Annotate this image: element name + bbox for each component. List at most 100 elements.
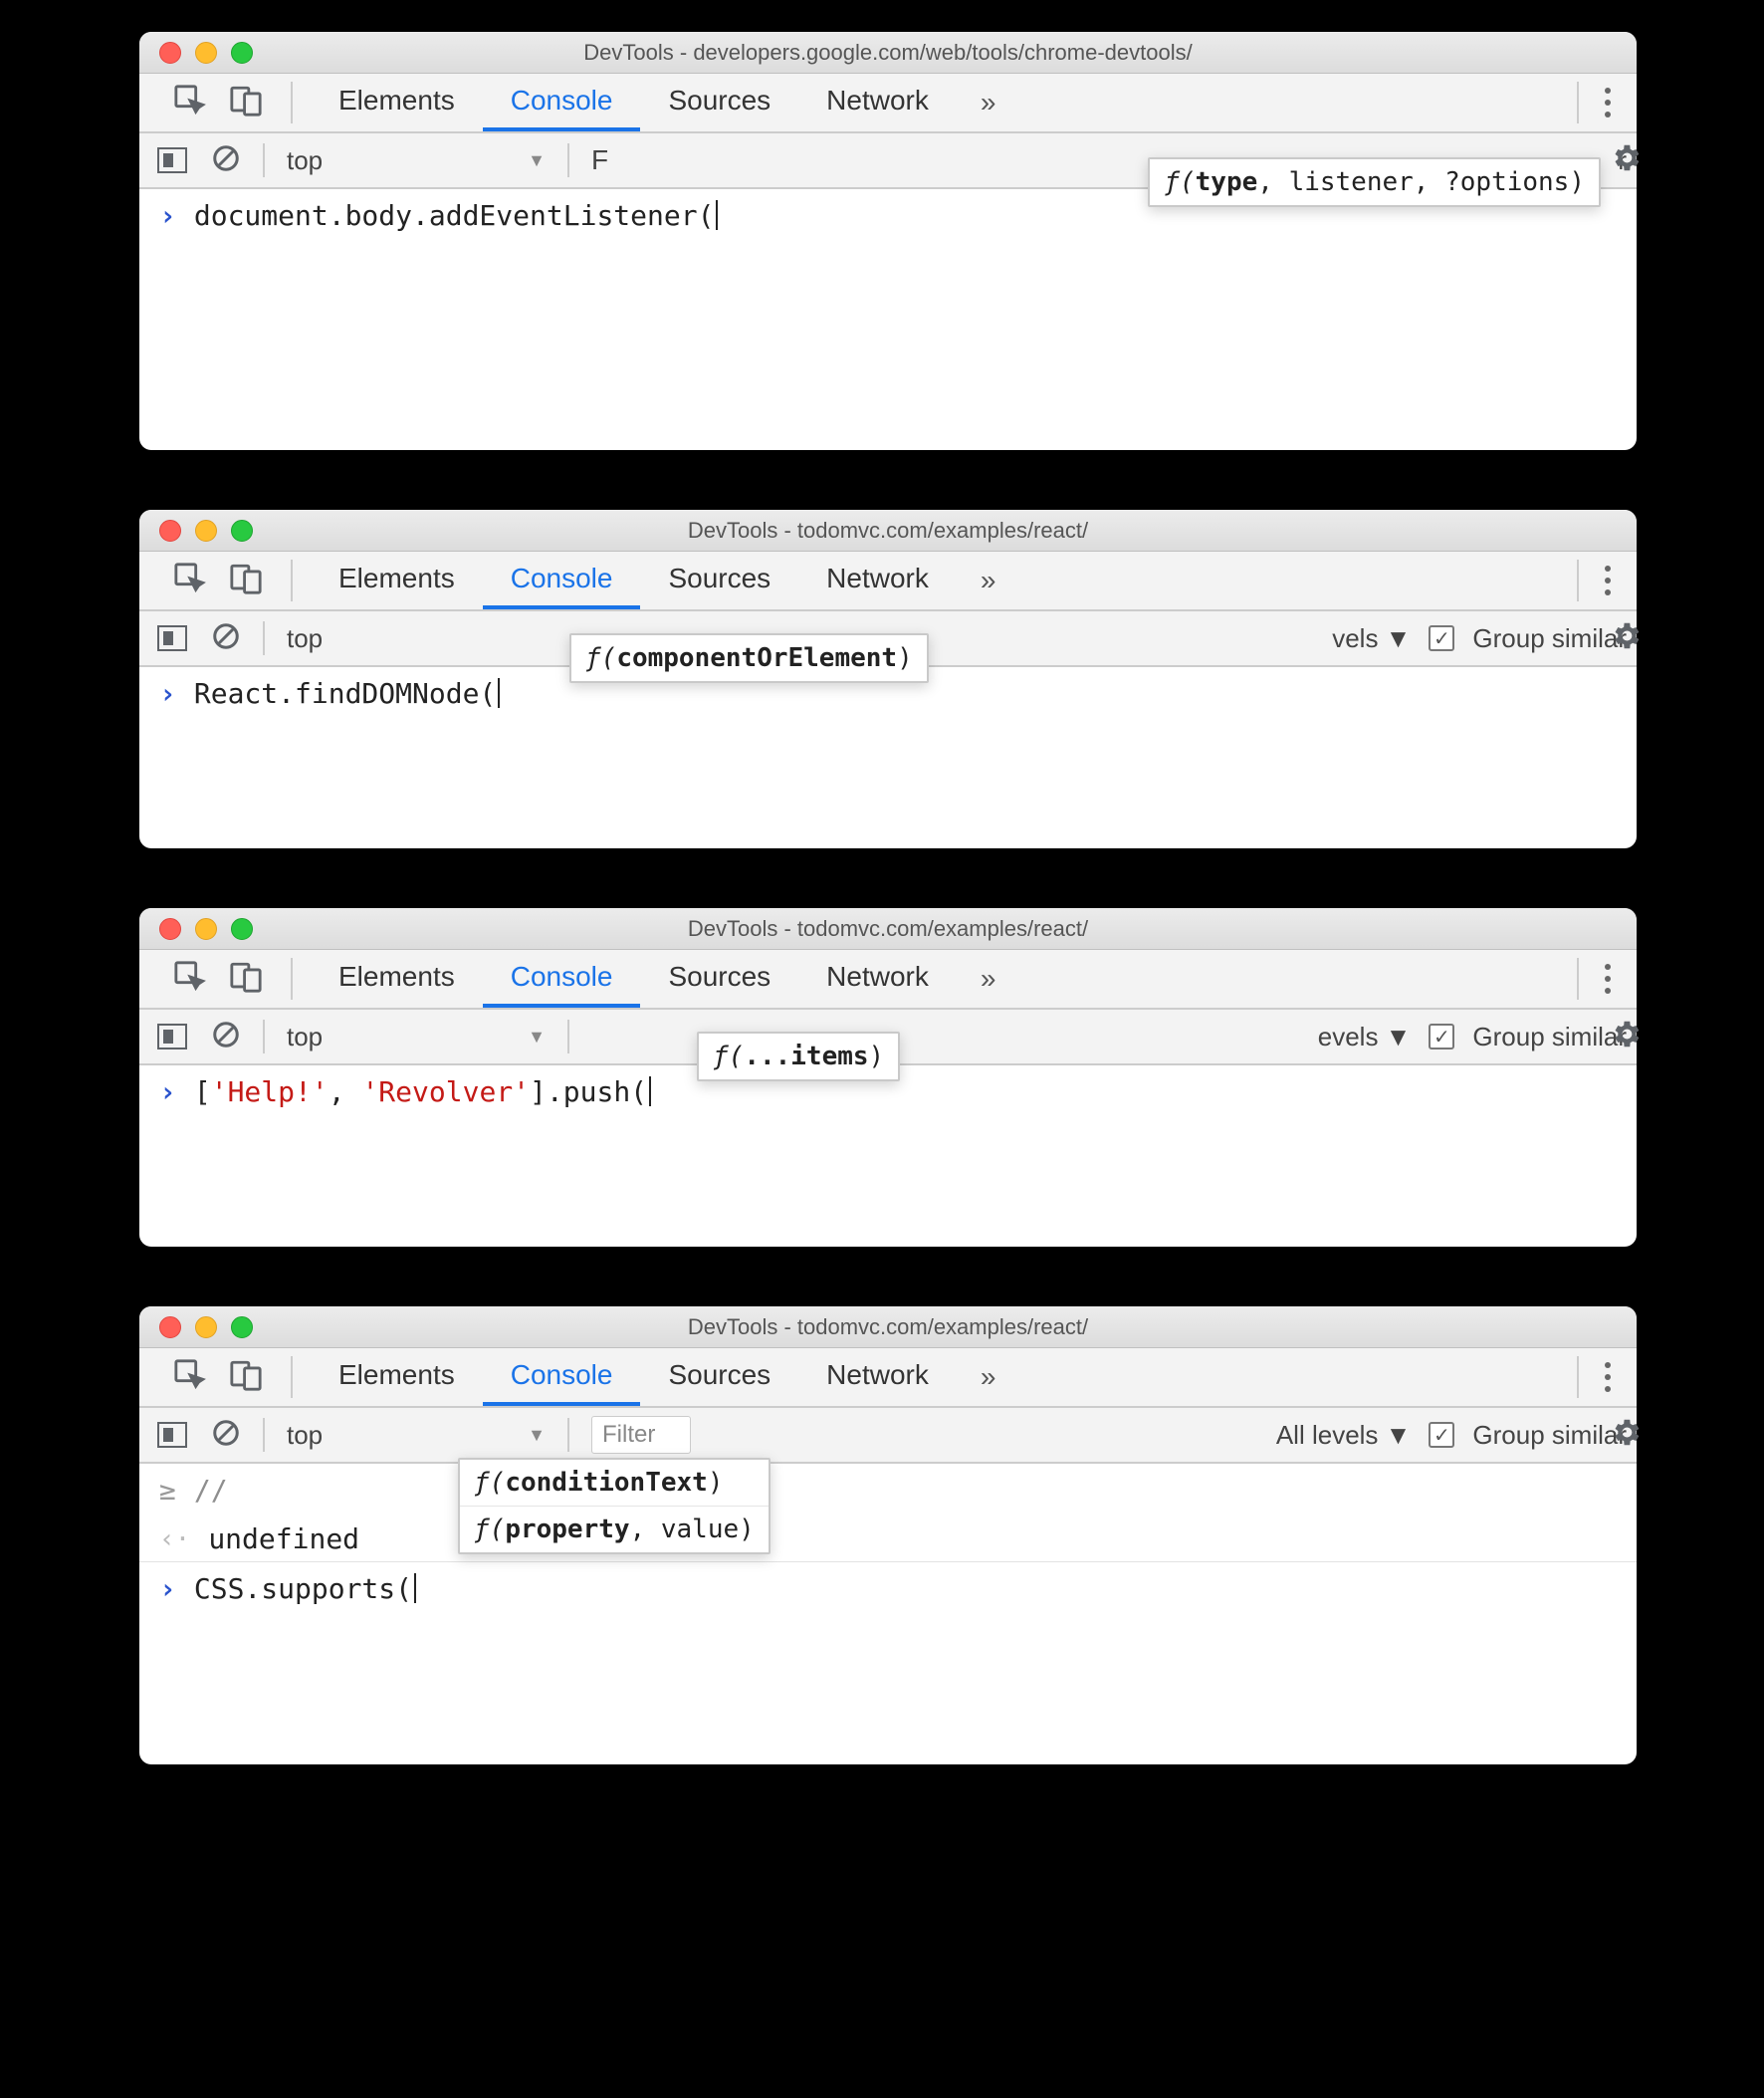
tab-network[interactable]: Network bbox=[798, 950, 957, 1008]
zoom-icon[interactable] bbox=[231, 520, 253, 542]
window-titlebar: DevTools - todomvc.com/examples/react/ bbox=[139, 908, 1637, 950]
tab-sources[interactable]: Sources bbox=[640, 74, 798, 131]
toggle-device-icon[interactable] bbox=[229, 1358, 263, 1397]
zoom-icon[interactable] bbox=[231, 1316, 253, 1338]
settings-gear-icon[interactable] bbox=[1609, 619, 1643, 658]
close-icon[interactable] bbox=[159, 520, 181, 542]
group-similar-label: Group similar bbox=[1472, 623, 1627, 654]
prompt-icon: › bbox=[159, 199, 176, 232]
tab-elements[interactable]: Elements bbox=[311, 1348, 483, 1406]
signature-hint-popup: ƒ(type, listener, ?options) bbox=[1148, 157, 1601, 207]
execution-context-selector[interactable]: top▼ bbox=[287, 1022, 546, 1052]
signature-rest: , listener, ?options) bbox=[1257, 167, 1585, 197]
group-similar-checkbox[interactable]: ✓ bbox=[1429, 625, 1454, 651]
signature-fn-symbol: ƒ( bbox=[1164, 167, 1195, 197]
settings-gear-icon[interactable] bbox=[1609, 1416, 1643, 1455]
console-toolbar: top▼ evels ▼ ✓ Group similar ƒ(...items) bbox=[139, 1010, 1637, 1065]
execution-context-selector[interactable]: top▼ bbox=[287, 145, 546, 176]
toggle-device-icon[interactable] bbox=[229, 562, 263, 600]
window-title: DevTools - todomvc.com/examples/react/ bbox=[139, 518, 1637, 544]
zoom-icon[interactable] bbox=[231, 42, 253, 64]
window-titlebar: DevTools - developers.google.com/web/too… bbox=[139, 32, 1637, 74]
signature-active-param: componentOrElement bbox=[616, 643, 897, 673]
console-toolbar: top▼ F r ƒ(type, listener, ?options) bbox=[139, 133, 1637, 189]
levels-text-fragment[interactable]: vels ▼ bbox=[1332, 623, 1411, 654]
tab-console[interactable]: Console bbox=[483, 552, 641, 609]
execution-context-selector[interactable]: top▼ bbox=[287, 1420, 546, 1451]
clear-console-icon[interactable] bbox=[211, 1418, 241, 1453]
console-sidebar-toggle-icon[interactable] bbox=[157, 1024, 187, 1049]
devtools-tabstrip: Elements Console Sources Network » bbox=[139, 1348, 1637, 1408]
minimize-icon[interactable] bbox=[195, 1316, 217, 1338]
console-input[interactable]: React.findDOMNode( bbox=[194, 677, 500, 710]
devtools-menu-icon[interactable] bbox=[1579, 552, 1637, 609]
signature-hint-popup: ƒ(conditionText) ƒ(property, value) bbox=[458, 1458, 771, 1554]
inspect-element-icon[interactable] bbox=[173, 562, 207, 600]
group-similar-label: Group similar bbox=[1472, 1022, 1627, 1052]
tab-console[interactable]: Console bbox=[483, 950, 641, 1008]
tab-elements[interactable]: Elements bbox=[311, 552, 483, 609]
tabs-overflow-icon[interactable]: » bbox=[957, 950, 1020, 1008]
zoom-icon[interactable] bbox=[231, 918, 253, 940]
tab-console[interactable]: Console bbox=[483, 74, 641, 131]
console-sidebar-toggle-icon[interactable] bbox=[157, 147, 187, 173]
tab-network[interactable]: Network bbox=[798, 552, 957, 609]
tab-sources[interactable]: Sources bbox=[640, 950, 798, 1008]
tab-sources[interactable]: Sources bbox=[640, 552, 798, 609]
devtools-window-1: DevTools - developers.google.com/web/too… bbox=[139, 32, 1637, 450]
devtools-tabstrip: Elements Console Sources Network » bbox=[139, 552, 1637, 611]
console-sidebar-toggle-icon[interactable] bbox=[157, 1422, 187, 1448]
prompt-icon: › bbox=[159, 1572, 176, 1605]
minimize-icon[interactable] bbox=[195, 918, 217, 940]
settings-gear-icon[interactable] bbox=[1609, 141, 1643, 180]
group-similar-checkbox[interactable]: ✓ bbox=[1429, 1422, 1454, 1448]
inspect-element-icon[interactable] bbox=[173, 84, 207, 122]
window-titlebar: DevTools - todomvc.com/examples/react/ bbox=[139, 510, 1637, 552]
signature-rest: , value) bbox=[630, 1515, 755, 1544]
inspect-element-icon[interactable] bbox=[173, 1358, 207, 1397]
signature-active-param: type bbox=[1196, 167, 1258, 197]
console-input[interactable]: document.body.addEventListener( bbox=[194, 199, 719, 232]
traffic-lights bbox=[139, 42, 253, 64]
console-toolbar: top vels ▼ ✓ Group similar ƒ(componentOr… bbox=[139, 611, 1637, 667]
tabs-overflow-icon[interactable]: » bbox=[957, 1348, 1020, 1406]
console-sidebar-toggle-icon[interactable] bbox=[157, 625, 187, 651]
console-input[interactable]: CSS.supports( bbox=[194, 1572, 416, 1605]
console-input[interactable]: ['Help!', 'Revolver'].push( bbox=[194, 1075, 651, 1108]
traffic-lights bbox=[139, 1316, 253, 1338]
log-levels-selector[interactable]: All levels ▼ bbox=[1276, 1420, 1412, 1451]
filter-input-fragment[interactable]: F bbox=[591, 144, 608, 176]
toggle-device-icon[interactable] bbox=[229, 84, 263, 122]
tab-elements[interactable]: Elements bbox=[311, 950, 483, 1008]
tab-elements[interactable]: Elements bbox=[311, 74, 483, 131]
toggle-device-icon[interactable] bbox=[229, 960, 263, 999]
group-similar-checkbox[interactable]: ✓ bbox=[1429, 1024, 1454, 1049]
execution-context-selector[interactable]: top bbox=[287, 623, 446, 654]
devtools-menu-icon[interactable] bbox=[1579, 74, 1637, 131]
tab-console[interactable]: Console bbox=[483, 1348, 641, 1406]
devtools-menu-icon[interactable] bbox=[1579, 950, 1637, 1008]
group-similar-label: Group similar bbox=[1472, 1420, 1627, 1451]
clear-console-icon[interactable] bbox=[211, 621, 241, 656]
filter-input[interactable]: Filter bbox=[591, 1416, 691, 1454]
devtools-menu-icon[interactable] bbox=[1579, 1348, 1637, 1406]
tab-network[interactable]: Network bbox=[798, 74, 957, 131]
window-title: DevTools - developers.google.com/web/too… bbox=[139, 40, 1637, 66]
close-icon[interactable] bbox=[159, 918, 181, 940]
minimize-icon[interactable] bbox=[195, 42, 217, 64]
tab-sources[interactable]: Sources bbox=[640, 1348, 798, 1406]
close-icon[interactable] bbox=[159, 42, 181, 64]
inspect-element-icon[interactable] bbox=[173, 960, 207, 999]
tabs-overflow-icon[interactable]: » bbox=[957, 552, 1020, 609]
clear-console-icon[interactable] bbox=[211, 143, 241, 178]
tabs-overflow-icon[interactable]: » bbox=[957, 74, 1020, 131]
settings-gear-icon[interactable] bbox=[1609, 1018, 1643, 1056]
clear-console-icon[interactable] bbox=[211, 1020, 241, 1054]
signature-fn-symbol: ƒ( bbox=[585, 643, 616, 673]
signature-active-param: ...items bbox=[744, 1042, 868, 1071]
levels-text-fragment[interactable]: evels ▼ bbox=[1318, 1022, 1412, 1052]
tab-network[interactable]: Network bbox=[798, 1348, 957, 1406]
minimize-icon[interactable] bbox=[195, 520, 217, 542]
close-icon[interactable] bbox=[159, 1316, 181, 1338]
devtools-tabstrip: Elements Console Sources Network » bbox=[139, 950, 1637, 1010]
